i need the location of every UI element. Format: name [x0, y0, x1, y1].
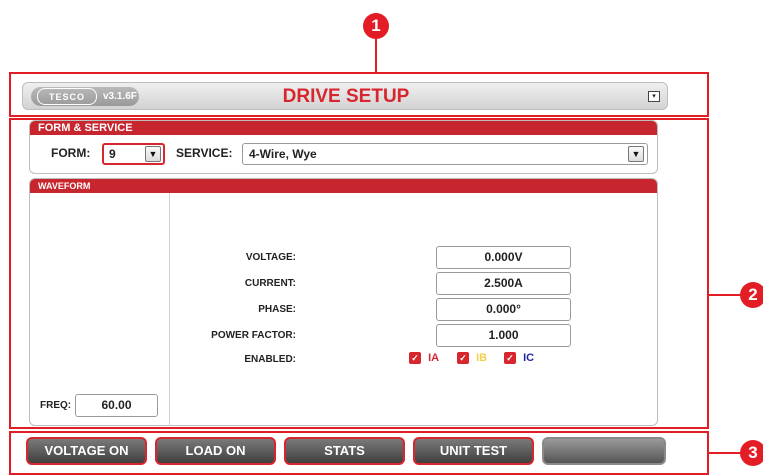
freq-label: FREQ:: [40, 400, 72, 411]
checkbox-ib-label: IB: [476, 352, 488, 364]
monitor-icon[interactable]: ▾: [648, 91, 660, 102]
page-title: DRIVE SETUP: [282, 86, 410, 107]
voltage-field[interactable]: 0.000V: [436, 246, 571, 269]
service-select-value: 4-Wire, Wye: [249, 147, 317, 161]
service-select[interactable]: 4-Wire, Wye ▼: [242, 143, 648, 165]
checkbox-icon[interactable]: ✓: [409, 352, 421, 365]
callout-badge-3: 3: [740, 440, 763, 466]
power-factor-field[interactable]: 1.000: [436, 324, 571, 347]
stats-button[interactable]: STATS: [284, 437, 405, 465]
checkbox-icon[interactable]: ✓: [457, 352, 469, 365]
checkbox-ic-label: IC: [523, 352, 535, 364]
waveform-panel: WAVEFORM VOLTAGE: 0.000V CURRENT: 2.500A…: [29, 178, 658, 426]
waveform-divider: [169, 193, 170, 426]
callout-line-1: [375, 39, 377, 73]
current-label: CURRENT:: [244, 278, 296, 289]
checkbox-ia[interactable]: ✓ IA: [409, 352, 440, 365]
form-service-panel: FORM & SERVICE FORM: 9 ▼ SERVICE: 4-Wire…: [29, 120, 658, 174]
load-on-button[interactable]: LOAD ON: [155, 437, 276, 465]
voltage-on-button[interactable]: VOLTAGE ON: [26, 437, 147, 465]
enabled-label: ENABLED:: [244, 354, 296, 365]
waveform-header: WAVEFORM: [30, 179, 657, 193]
form-select[interactable]: 9 ▼: [102, 143, 165, 165]
service-label: SERVICE:: [176, 146, 233, 160]
unit-test-button[interactable]: UNIT TEST: [413, 437, 534, 465]
form-service-header: FORM & SERVICE: [30, 121, 657, 135]
callout-badge-2: 2: [740, 282, 763, 308]
callout-line-2: [709, 294, 741, 296]
chevron-down-icon[interactable]: ▼: [145, 146, 161, 162]
checkbox-ia-label: IA: [428, 352, 440, 364]
checkbox-ic[interactable]: ✓ IC: [504, 352, 535, 365]
power-factor-label: POWER FACTOR:: [211, 330, 296, 341]
checkbox-ib[interactable]: ✓ IB: [457, 352, 488, 365]
freq-field[interactable]: 60.00: [75, 394, 158, 417]
header-bar: TESCO v3.1.6F DRIVE SETUP ▾: [22, 82, 668, 110]
chevron-down-icon[interactable]: ▼: [628, 146, 644, 162]
form-label: FORM:: [51, 146, 91, 160]
blank-button[interactable]: [542, 437, 666, 465]
enabled-checkboxes: ✓ IA ✓ IB ✓ IC: [409, 352, 569, 368]
voltage-label: VOLTAGE:: [245, 252, 296, 263]
callout-badge-1: 1: [363, 13, 389, 39]
phase-field[interactable]: 0.000°: [436, 298, 571, 321]
callout-line-3: [709, 452, 741, 454]
form-select-value: 9: [109, 147, 116, 161]
phase-label: PHASE:: [258, 304, 296, 315]
current-field[interactable]: 2.500A: [436, 272, 571, 295]
checkbox-icon[interactable]: ✓: [504, 352, 516, 365]
